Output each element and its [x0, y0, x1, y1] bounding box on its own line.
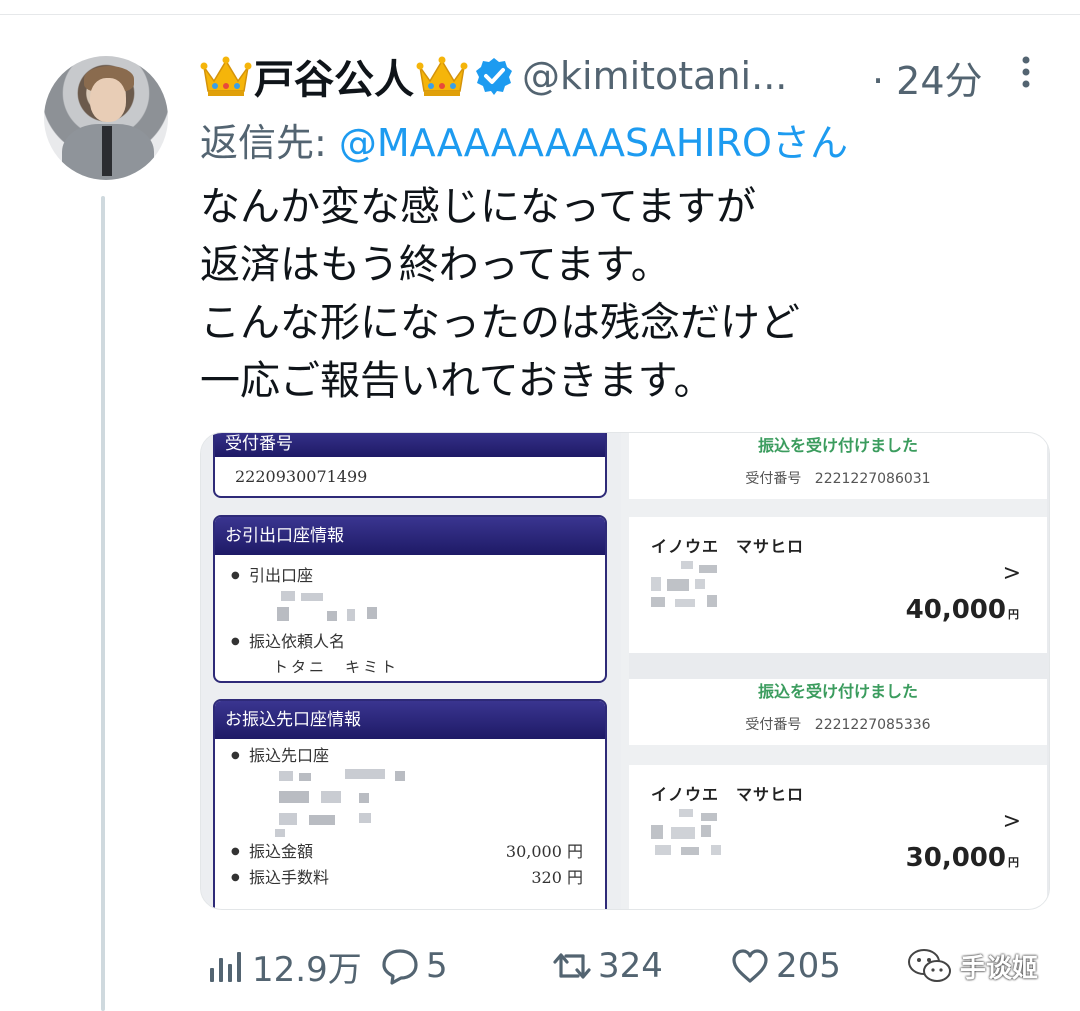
- retweet-count: 324: [598, 946, 663, 986]
- watermark-text: 手谈姬: [960, 953, 1039, 984]
- reply-mention-link[interactable]: @MAAAAAAAASAHIROさん: [339, 121, 848, 165]
- fee-value: 320 円: [531, 868, 583, 887]
- heart-icon: [732, 949, 768, 983]
- views-chart-icon: [210, 952, 241, 982]
- transfer-title: 振込を受け付けました: [757, 682, 918, 701]
- transfer-confirmation-image[interactable]: 振込を受け付けました 受付番号 2221227086031 イノウエ マサヒロ …: [629, 433, 1049, 909]
- redacted-area: [651, 809, 741, 859]
- more-options-icon[interactable]: [1016, 52, 1036, 92]
- transfer-title: 振込を受け付けました: [757, 436, 918, 455]
- crown-icon: [416, 56, 468, 96]
- amount-unit: 円: [1008, 608, 1019, 621]
- crown-icon: [200, 56, 252, 96]
- transfer-receipt: 受付番号 2221227086031: [629, 459, 1047, 499]
- destination-account-label: 振込先口座: [215, 743, 605, 769]
- avatar[interactable]: [44, 56, 168, 180]
- retweet-button[interactable]: 324: [552, 940, 663, 992]
- tweet-text: なんか変な感じになってますが 返済はもう終わってます。 こんな形になったのは残念…: [200, 178, 1060, 410]
- media-attachment[interactable]: 受付番号 2220930071499 お引出口座情報 引出口座 振込依頼人名 ト…: [200, 432, 1050, 910]
- destination-head: お振込先口座情報: [215, 701, 605, 739]
- transfer-card: 振込を受け付けました 受付番号 2221227086031 イノウエ マサヒロ …: [629, 433, 1047, 653]
- receipt-number: 2221227085336: [814, 717, 931, 733]
- recipient-name: イノウエ マサヒロ: [651, 785, 805, 804]
- redacted-area: [275, 769, 605, 839]
- transfer-amount: 40,000 円: [906, 595, 1019, 625]
- amount-unit: 円: [1008, 856, 1019, 869]
- reply-count: 5: [426, 946, 448, 986]
- chevron-right-icon: >: [1002, 809, 1021, 834]
- views-count: 12.9万: [252, 949, 362, 990]
- reply-to-label: 返信先:: [200, 121, 339, 165]
- receipt-number: 2220930071499: [235, 467, 368, 486]
- transfer-recipient-row[interactable]: イノウエ マサヒロ > 40,000 円: [629, 517, 1047, 653]
- fee-row: 振込手数料 320 円: [215, 865, 605, 891]
- destination-box: お振込先口座情報 振込先口座 振込金額 30,000 円 振込手数料 320 円: [213, 699, 607, 909]
- tweet-line: こんな形になったのは残念だけど: [200, 300, 800, 346]
- transfer-amount: 30,000 円: [906, 843, 1019, 873]
- tweet-line: 一応ご報告いれておきます。: [200, 358, 714, 404]
- transfer-card: 振込を受け付けました 受付番号 2221227085336 イノウエ マサヒロ …: [629, 679, 1047, 909]
- receipt-box: 受付番号 2220930071499: [213, 433, 607, 498]
- user-handle[interactable]: @kimitotani...: [522, 54, 787, 98]
- display-name[interactable]: 戸谷公人: [254, 47, 414, 105]
- tweet-line: なんか変な感じになってますが: [200, 184, 756, 230]
- requester-name: トタニ キミト: [273, 658, 400, 676]
- watermark: 手谈姬: [906, 944, 1038, 988]
- reply-to: 返信先: @MAAAAAAAASAHIROさん: [200, 112, 848, 167]
- retweet-icon: [553, 953, 591, 979]
- thread-line: [101, 196, 105, 1011]
- bank-slip-image[interactable]: 受付番号 2220930071499 お引出口座情報 引出口座 振込依頼人名 ト…: [201, 433, 621, 909]
- amount-value: 30,000 円: [505, 842, 583, 861]
- like-count: 205: [776, 946, 841, 986]
- receipt-label: 受付番号: [745, 471, 802, 487]
- tweet-header: 戸谷公人 @kimitotani...: [200, 48, 787, 104]
- amount-row: 振込金額 30,000 円: [215, 839, 605, 865]
- withdraw-account-label: 引出口座: [215, 563, 605, 589]
- amount-value: 30,000: [905, 843, 1006, 873]
- redacted-area: [275, 589, 605, 629]
- withdraw-head: お引出口座情報: [215, 517, 605, 555]
- amount-value: 40,000: [905, 595, 1006, 625]
- redacted-area: [651, 561, 741, 611]
- recipient-name: イノウエ マサヒロ: [651, 537, 805, 556]
- fee-label: 振込手数料: [249, 868, 330, 887]
- reply-button[interactable]: 5: [380, 940, 448, 992]
- verified-badge-icon: [476, 58, 512, 95]
- amount-label: 振込金額: [249, 842, 314, 861]
- withdraw-box: お引出口座情報 引出口座 振込依頼人名 トタニ キミト: [213, 515, 607, 683]
- chevron-right-icon: >: [1002, 561, 1021, 586]
- transfer-recipient-row[interactable]: イノウエ マサヒロ > 30,000 円: [629, 765, 1047, 905]
- wechat-logo-icon: [908, 949, 951, 982]
- views-button[interactable]: 12.9万: [206, 940, 362, 992]
- receipt-number: 2221227086031: [814, 471, 931, 487]
- requester-label: 振込依頼人名: [215, 629, 605, 655]
- transfer-receipt: 受付番号 2221227085336: [629, 705, 1047, 745]
- like-button[interactable]: 205: [730, 940, 841, 992]
- top-divider: [0, 14, 1080, 15]
- tweet-timestamp[interactable]: · 24分: [872, 50, 983, 105]
- reply-bubble-icon: [382, 949, 418, 985]
- receipt-label: 受付番号: [745, 717, 802, 733]
- receipt-head: 受付番号: [215, 433, 605, 457]
- tweet-line: 返済はもう終わってます。: [200, 242, 671, 288]
